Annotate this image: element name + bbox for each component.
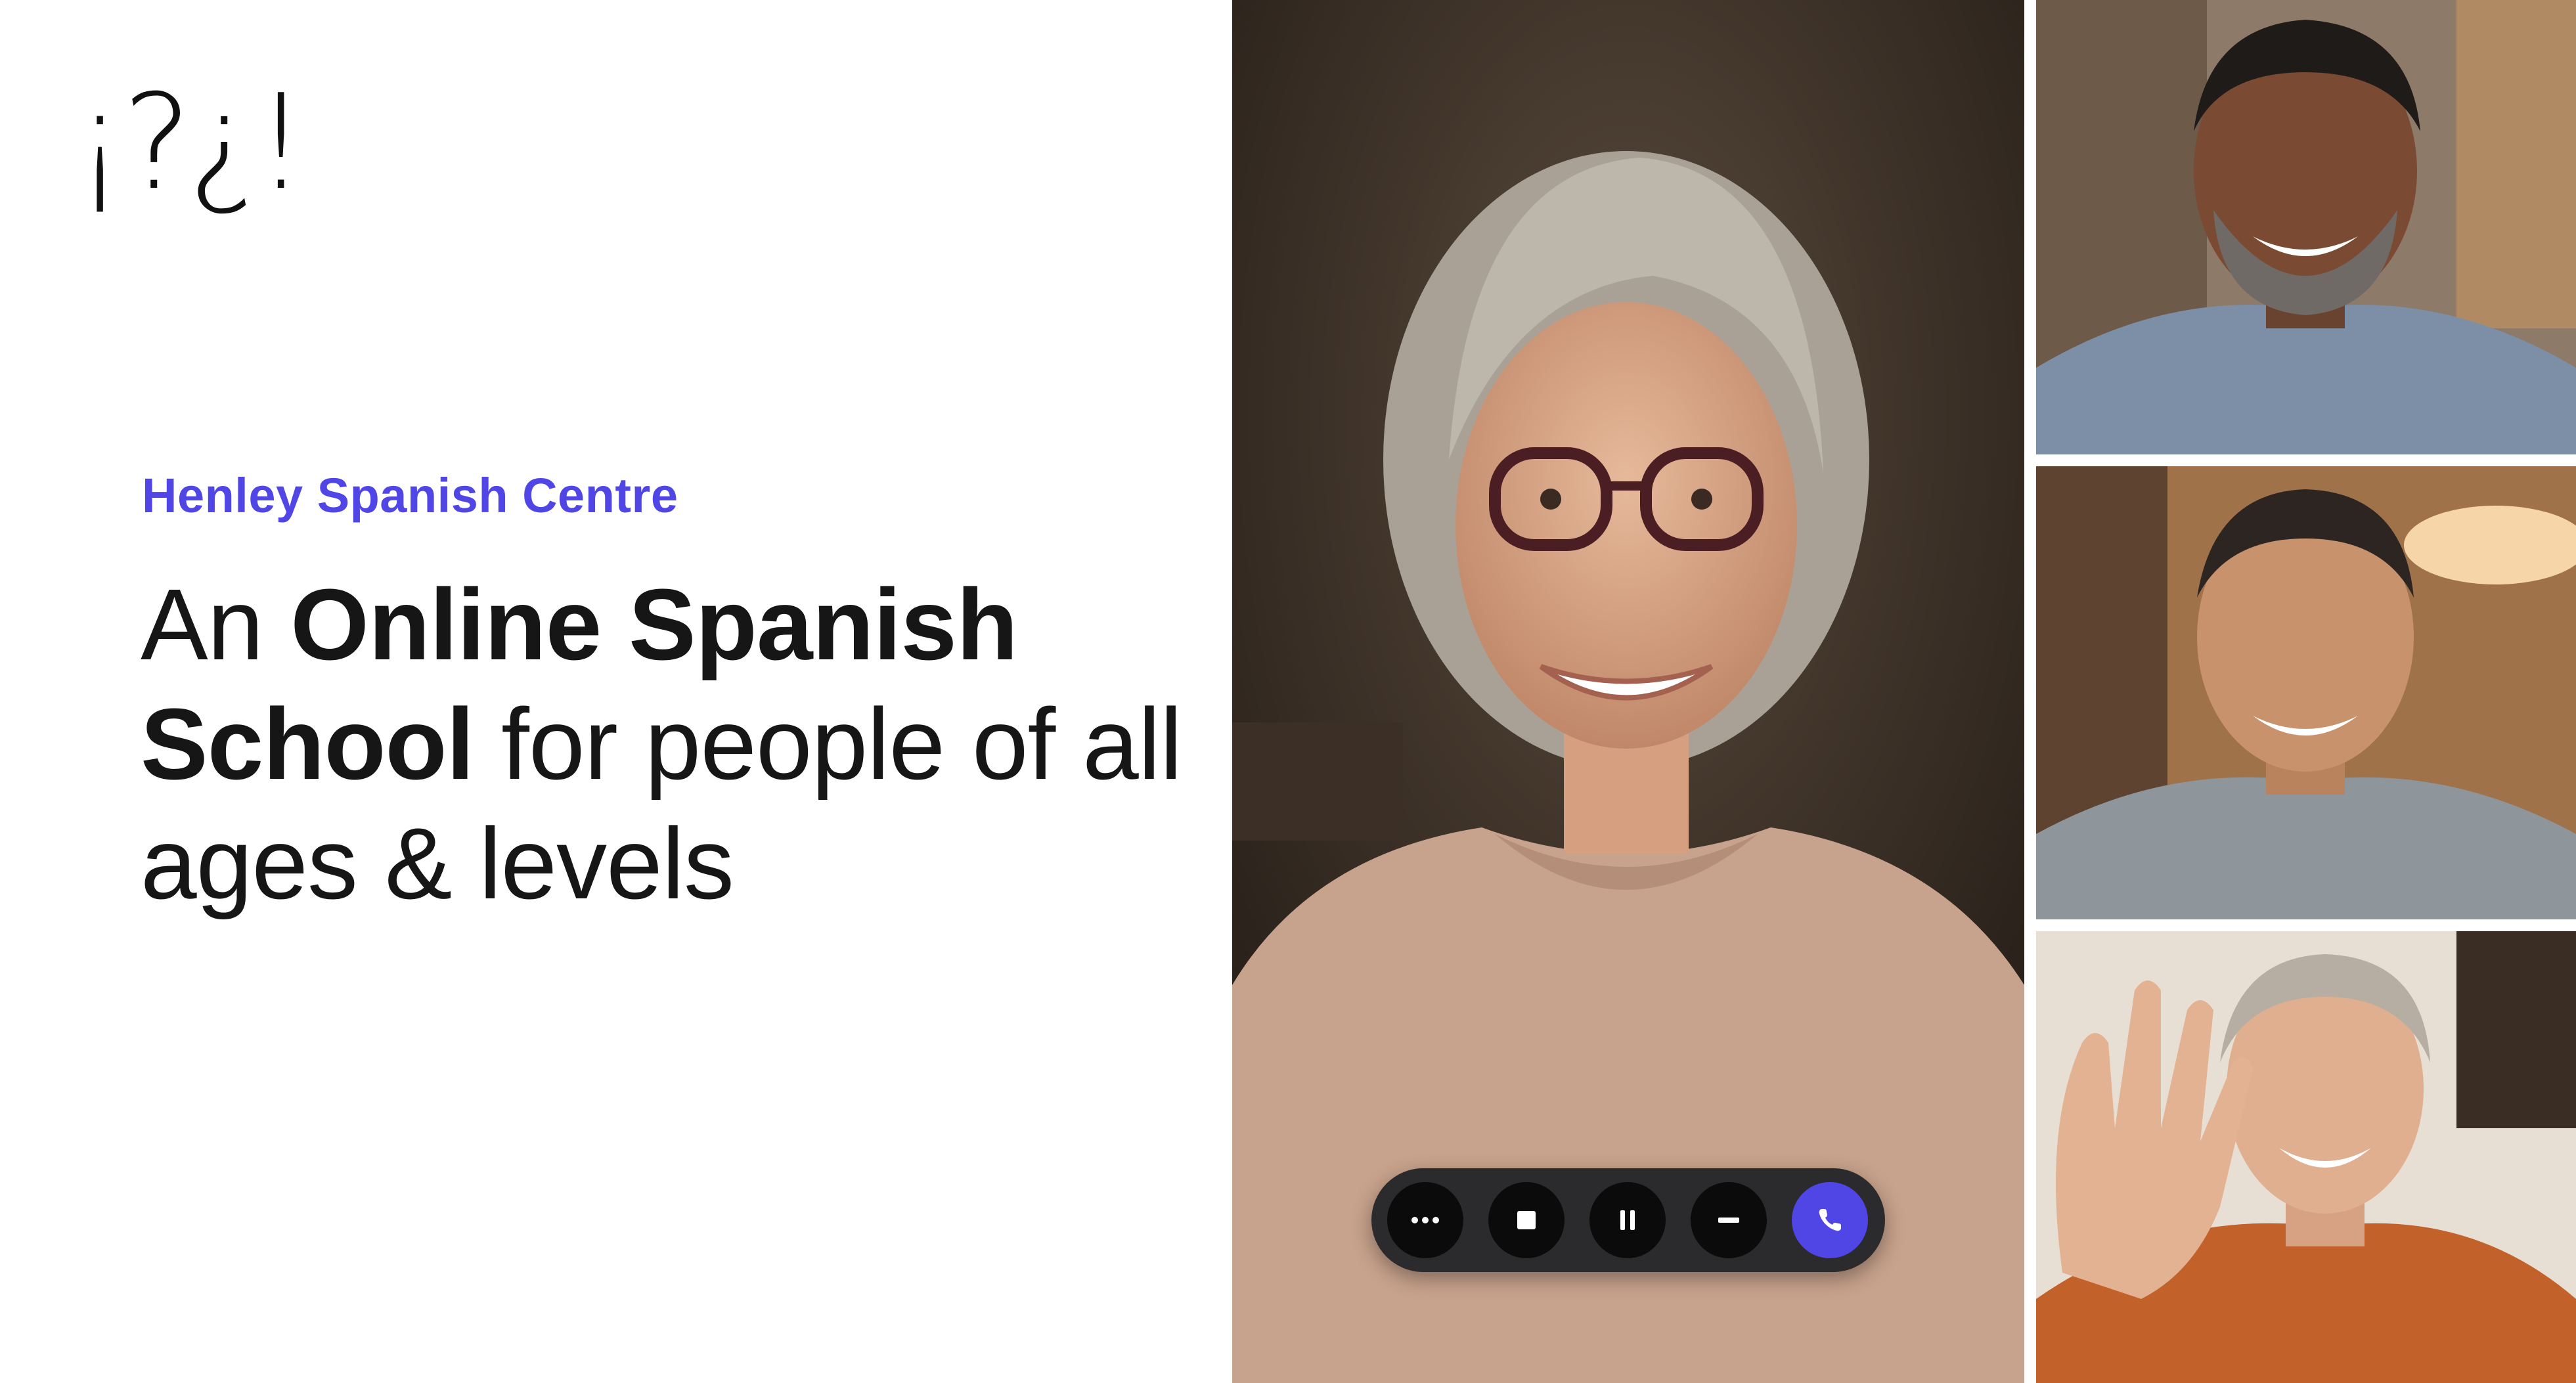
minimize-button[interactable] — [1691, 1182, 1767, 1258]
pause-icon — [1620, 1210, 1635, 1230]
minimize-icon — [1718, 1218, 1739, 1223]
participant-tile-2[interactable] — [2036, 466, 2576, 919]
participant-tile-1[interactable] — [2036, 0, 2576, 454]
call-controls-bar — [1371, 1168, 1885, 1272]
phone-icon — [1819, 1209, 1841, 1231]
more-options-button[interactable] — [1387, 1182, 1463, 1258]
bearded-man-avatar — [2036, 0, 2576, 454]
waving-woman-avatar — [2036, 931, 2576, 1383]
brand-logo[interactable]: ¡?¿! — [74, 77, 307, 209]
pause-button[interactable] — [1589, 1182, 1666, 1258]
hero-headline: An Online Spanish School for people of a… — [141, 565, 1191, 923]
headline-text: An — [141, 568, 291, 681]
page: ¡?¿! Henley Spanish Centre An Online Spa… — [0, 0, 2576, 1383]
stop-icon — [1517, 1211, 1536, 1229]
call-button[interactable] — [1792, 1182, 1868, 1258]
stop-button[interactable] — [1488, 1182, 1565, 1258]
brand-name: Henley Spanish Centre — [142, 468, 678, 523]
participant-tile-3[interactable] — [2036, 931, 2576, 1383]
smiling-man-avatar — [2036, 466, 2576, 919]
more-icon — [1411, 1217, 1439, 1223]
